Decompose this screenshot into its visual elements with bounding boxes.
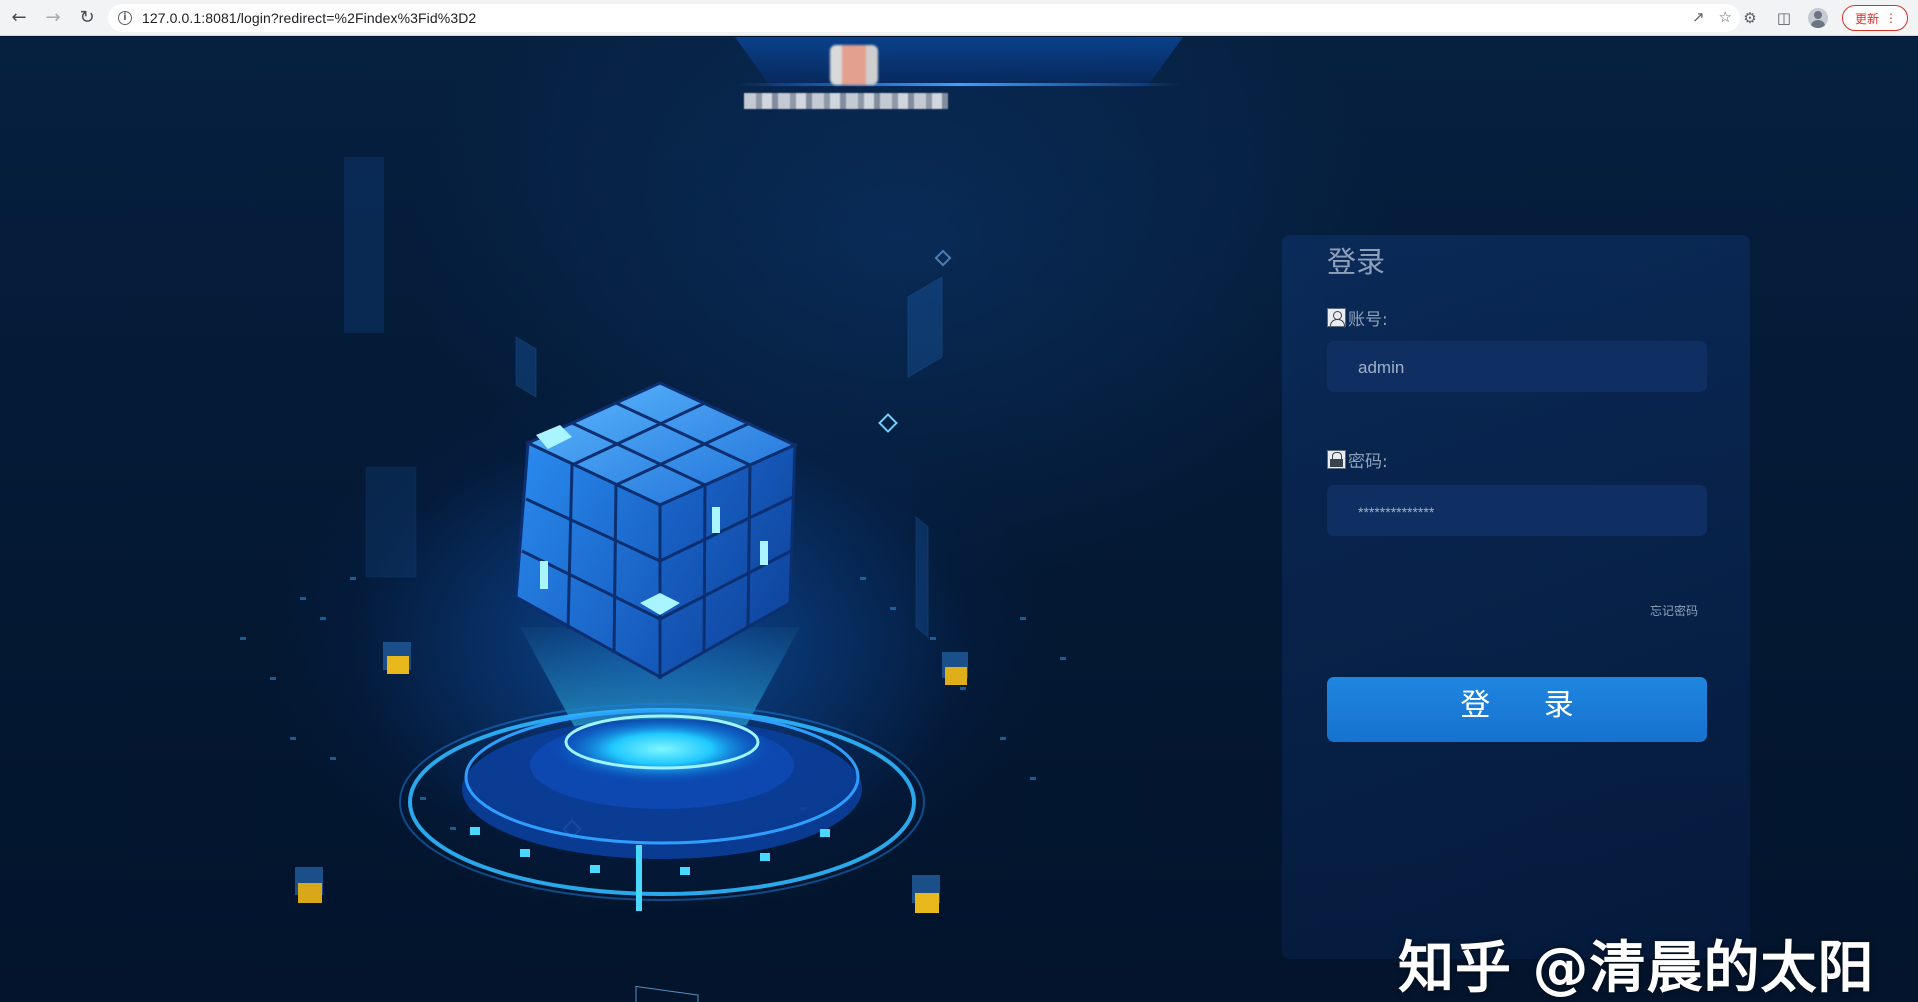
forward-button[interactable]: → — [38, 3, 68, 33]
forgot-password-link[interactable]: 忘记密码 — [1650, 602, 1698, 619]
side-panel-icon[interactable]: ◫ — [1774, 8, 1794, 28]
url-text: 127.0.0.1:8081/login?redirect=%2Findex%3… — [142, 10, 477, 26]
site-info-icon[interactable]: i — [118, 11, 132, 25]
user-icon — [1327, 308, 1346, 328]
account-label: 账号: — [1348, 310, 1388, 330]
password-label-row: 密码: — [1327, 447, 1388, 472]
update-button[interactable]: 更新 ⋮ — [1841, 5, 1908, 31]
update-label: 更新 — [1854, 11, 1879, 26]
watermark-text: 知乎 @清晨的太阳 — [1398, 936, 1875, 1001]
account-input[interactable] — [1327, 341, 1707, 392]
reload-icon: ↻ — [79, 7, 95, 28]
reload-button[interactable]: ↻ — [72, 3, 102, 33]
password-label: 密码: — [1348, 452, 1388, 472]
lock-icon — [1327, 450, 1346, 469]
bookmark-star-icon[interactable]: ☆ — [1719, 8, 1732, 26]
login-panel: 登录 账号: 密码: 忘记密码 登 录 — [1282, 235, 1750, 959]
back-button[interactable]: ← — [4, 3, 34, 33]
arrow-right-icon: → — [45, 7, 61, 28]
more-menu-icon: ⋮ — [1885, 11, 1897, 25]
browser-toolbar: ← → ↻ i 127.0.0.1:8081/login?redirect=%2… — [0, 0, 1918, 36]
extensions-icon[interactable]: ⚙ — [1740, 8, 1760, 28]
arrow-left-icon: ← — [11, 7, 27, 28]
login-page: 登录 账号: 密码: 忘记密码 登 录 知乎 @清晨的太阳 — [0, 37, 1918, 1002]
account-label-row: 账号: — [1327, 305, 1388, 330]
login-title: 登录 — [1327, 245, 1386, 279]
address-bar[interactable]: i 127.0.0.1:8081/login?redirect=%2Findex… — [108, 4, 1740, 32]
password-input[interactable] — [1327, 485, 1707, 536]
profile-avatar[interactable] — [1807, 8, 1828, 28]
share-icon[interactable]: ↗ — [1692, 8, 1705, 26]
login-button[interactable]: 登 录 — [1327, 677, 1707, 742]
